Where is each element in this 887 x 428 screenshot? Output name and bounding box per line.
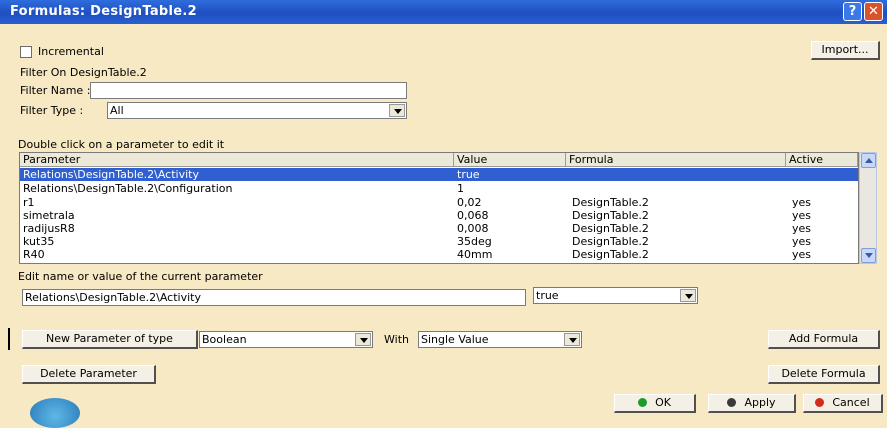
table-scrollbar[interactable] bbox=[859, 152, 877, 264]
edit-label: Edit name or value of the current parame… bbox=[18, 270, 263, 283]
filter-name-input[interactable] bbox=[90, 82, 407, 99]
column-header-formula[interactable]: Formula bbox=[566, 153, 786, 167]
cancel-icon bbox=[815, 398, 825, 407]
with-select[interactable]: Single Value bbox=[418, 331, 582, 348]
cell-value: true bbox=[457, 168, 480, 181]
cell-active: yes bbox=[792, 235, 812, 248]
cell-parameter: radijusR8 bbox=[23, 222, 75, 235]
ok-button[interactable]: OK bbox=[614, 394, 696, 413]
with-label: With bbox=[384, 333, 409, 346]
add-formula-button[interactable]: Add Formula bbox=[768, 330, 880, 349]
cell-active: yes bbox=[792, 196, 812, 209]
scroll-up-icon[interactable] bbox=[861, 153, 876, 168]
new-parameter-button[interactable]: New Parameter of type bbox=[22, 330, 198, 349]
cell-value: 40mm bbox=[457, 248, 493, 261]
filter-type-value: All bbox=[110, 104, 124, 117]
column-header-value[interactable]: Value bbox=[454, 153, 566, 167]
column-header-active[interactable]: Active bbox=[786, 153, 858, 167]
cell-value: 0,02 bbox=[457, 196, 482, 209]
import-button[interactable]: Import... bbox=[811, 41, 880, 60]
cell-formula: DesignTable.2 bbox=[572, 248, 649, 261]
logo-icon bbox=[30, 398, 80, 428]
cell-formula: DesignTable.2 bbox=[572, 196, 649, 209]
cell-parameter: kut35 bbox=[23, 235, 55, 248]
cell-parameter: simetrala bbox=[23, 209, 75, 222]
scroll-down-icon[interactable] bbox=[861, 248, 876, 263]
apply-button[interactable]: Apply bbox=[708, 394, 796, 413]
edit-name-input[interactable]: Relations\DesignTable.2\Activity bbox=[22, 289, 526, 306]
window-title: Formulas: DesignTable.2 bbox=[10, 4, 197, 19]
cell-value: 0,068 bbox=[457, 209, 489, 222]
cell-active: yes bbox=[792, 222, 812, 235]
cell-parameter: r1 bbox=[23, 196, 35, 209]
cell-parameter: R40 bbox=[23, 248, 45, 261]
incremental-label: Incremental bbox=[38, 45, 104, 58]
table-row[interactable]: simetrala 0,068 DesignTable.2 yes bbox=[20, 209, 858, 222]
table-row[interactable]: R40 40mm DesignTable.2 yes bbox=[20, 248, 858, 261]
cancel-label: Cancel bbox=[832, 396, 870, 409]
filter-name-label: Filter Name : bbox=[20, 84, 91, 97]
apply-icon bbox=[727, 398, 737, 407]
filter-on-label: Filter On DesignTable.2 bbox=[20, 66, 147, 79]
filter-type-label: Filter Type : bbox=[20, 104, 84, 117]
column-header-parameter[interactable]: Parameter bbox=[20, 153, 454, 167]
cell-formula: DesignTable.2 bbox=[572, 209, 649, 222]
delete-parameter-button[interactable]: Delete Parameter bbox=[22, 365, 156, 384]
cell-value: 0,008 bbox=[457, 222, 489, 235]
cell-value: 35deg bbox=[457, 235, 492, 248]
close-button[interactable]: ✕ bbox=[864, 2, 883, 21]
incremental-checkbox[interactable] bbox=[20, 46, 32, 58]
parameter-table[interactable]: Parameter Value Formula Active Relations… bbox=[19, 152, 859, 264]
ok-icon bbox=[638, 398, 648, 407]
cell-parameter: Relations\DesignTable.2\Activity bbox=[23, 168, 199, 181]
filter-type-select[interactable]: All bbox=[107, 102, 407, 119]
cell-formula: DesignTable.2 bbox=[572, 222, 649, 235]
table-row[interactable]: r1 0,02 DesignTable.2 yes bbox=[20, 196, 858, 209]
cell-active: yes bbox=[792, 248, 812, 261]
apply-label: Apply bbox=[744, 396, 776, 409]
parameter-type-select[interactable]: Boolean bbox=[199, 331, 373, 348]
cursor-mark bbox=[8, 328, 10, 350]
cell-parameter: Relations\DesignTable.2\Configuration bbox=[23, 182, 233, 195]
cell-value: 1 bbox=[457, 182, 464, 195]
title-bar: Formulas: DesignTable.2 ? ✕ bbox=[0, 0, 887, 24]
table-row[interactable]: kut35 35deg DesignTable.2 yes bbox=[20, 235, 858, 248]
table-row[interactable]: Relations\DesignTable.2\Activity true bbox=[20, 168, 858, 181]
edit-value-select[interactable]: true bbox=[533, 287, 698, 304]
chevron-down-icon[interactable] bbox=[680, 289, 696, 302]
with-value: Single Value bbox=[421, 333, 489, 346]
edit-value: true bbox=[536, 289, 559, 302]
chevron-down-icon[interactable] bbox=[389, 104, 405, 117]
chevron-down-icon[interactable] bbox=[564, 333, 580, 346]
cell-active: yes bbox=[792, 209, 812, 222]
table-hint: Double click on a parameter to edit it bbox=[18, 138, 225, 151]
ok-label: OK bbox=[655, 396, 671, 409]
chevron-down-icon[interactable] bbox=[355, 333, 371, 346]
table-row[interactable]: Relations\DesignTable.2\Configuration 1 bbox=[20, 182, 858, 195]
cancel-button[interactable]: Cancel bbox=[803, 394, 883, 413]
help-button[interactable]: ? bbox=[843, 2, 862, 21]
parameter-type-value: Boolean bbox=[202, 333, 247, 346]
table-row[interactable]: radijusR8 0,008 DesignTable.2 yes bbox=[20, 222, 858, 235]
delete-formula-button[interactable]: Delete Formula bbox=[768, 365, 880, 384]
cell-formula: DesignTable.2 bbox=[572, 235, 649, 248]
